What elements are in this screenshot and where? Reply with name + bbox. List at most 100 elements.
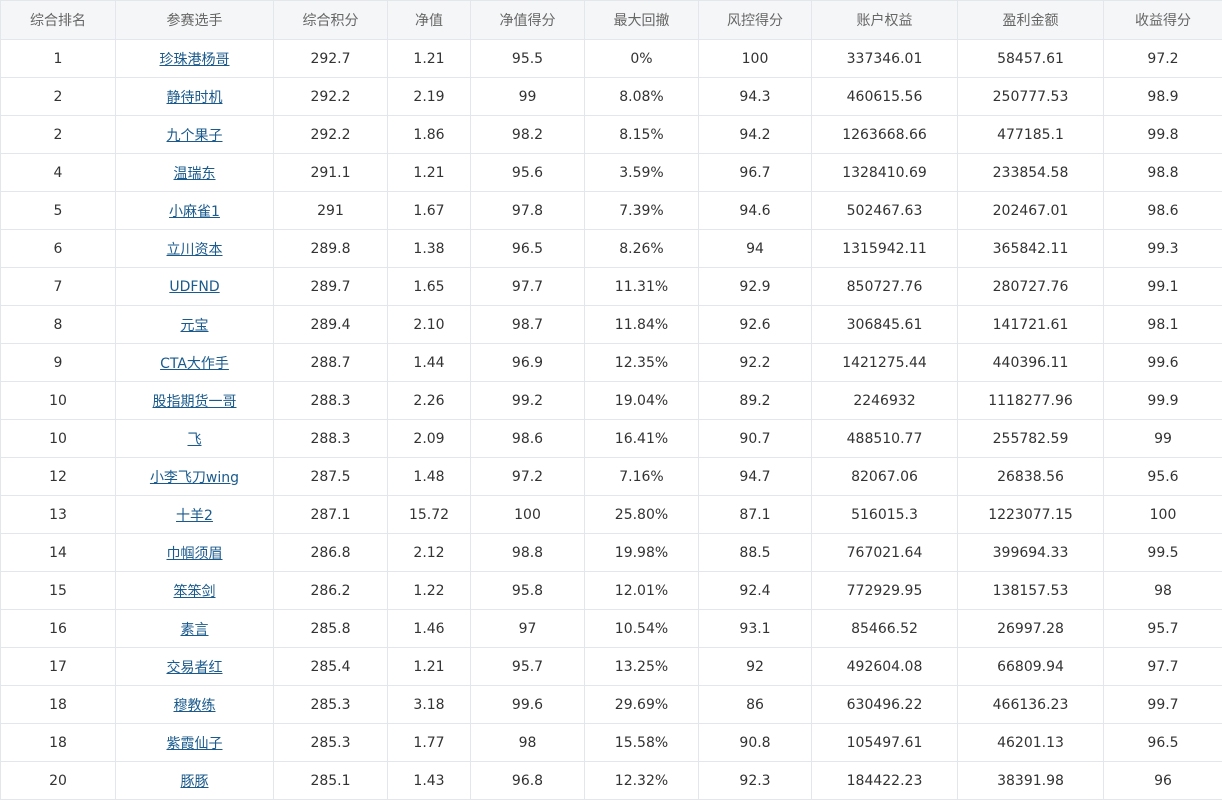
- profit-cell: 138157.53: [957, 571, 1104, 610]
- rank-cell: 15: [0, 571, 116, 610]
- profit-cell: 440396.11: [957, 343, 1104, 382]
- max-drawdown-cell: 11.31%: [584, 267, 699, 306]
- account-equity-cell: 1315942.11: [811, 229, 958, 268]
- table-row: 10 飞 288.3 2.09 98.6 16.41% 90.7 488510.77 25578…: [0, 419, 1222, 458]
- player-cell: 紫霞仙子: [115, 723, 274, 762]
- max-drawdown-cell: 29.69%: [584, 685, 699, 724]
- table-row: 6 立川资本 289.8 1.38 96.5 8.26% 94 1315942.11 36584…: [0, 229, 1222, 268]
- risk-score-cell: 92.4: [698, 571, 812, 610]
- rank-cell: 10: [0, 381, 116, 420]
- max-drawdown-cell: 3.59%: [584, 153, 699, 192]
- player-link[interactable]: 元宝: [181, 318, 209, 334]
- player-link[interactable]: 珍珠港杨哥: [160, 52, 230, 68]
- return-score-cell: 100: [1103, 495, 1222, 534]
- player-link[interactable]: 小李飞刀wing: [150, 470, 239, 486]
- risk-score-cell: 94.7: [698, 457, 812, 496]
- account-equity-cell: 488510.77: [811, 419, 958, 458]
- account-equity-cell: 516015.3: [811, 495, 958, 534]
- rank-cell: 17: [0, 647, 116, 686]
- total-score-cell: 288.3: [273, 419, 388, 458]
- return-score-cell: 99.7: [1103, 685, 1222, 724]
- total-score-cell: 285.8: [273, 609, 388, 648]
- profit-cell: 46201.13: [957, 723, 1104, 762]
- net-value-cell: 1.38: [387, 229, 471, 268]
- player-cell: UDFND: [115, 267, 274, 306]
- max-drawdown-cell: 19.04%: [584, 381, 699, 420]
- player-cell: 素言: [115, 609, 274, 648]
- player-link[interactable]: 豚豚: [181, 774, 209, 790]
- net-value-cell: 2.19: [387, 77, 471, 116]
- player-link[interactable]: 立川资本: [167, 242, 223, 258]
- player-link[interactable]: 紫霞仙子: [167, 736, 223, 752]
- profit-cell: 38391.98: [957, 761, 1104, 800]
- risk-score-cell: 92.6: [698, 305, 812, 344]
- risk-score-cell: 94.3: [698, 77, 812, 116]
- net-value-score-cell: 98: [470, 723, 585, 762]
- return-score-cell: 98.9: [1103, 77, 1222, 116]
- player-link[interactable]: 巾帼须眉: [167, 546, 223, 562]
- net-value-cell: 1.65: [387, 267, 471, 306]
- rank-cell: 1: [0, 39, 116, 78]
- profit-cell: 1223077.15: [957, 495, 1104, 534]
- player-link[interactable]: 交易者红: [167, 660, 223, 676]
- table-row: 7 UDFND 289.7 1.65 97.7 11.31% 92.9 850727.76 28…: [0, 267, 1222, 306]
- table-row: 16 素言 285.8 1.46 97 10.54% 93.1 85466.52 26997.2…: [0, 609, 1222, 648]
- net-value-score-cell: 99: [470, 77, 585, 116]
- return-score-cell: 99.9: [1103, 381, 1222, 420]
- player-link[interactable]: CTA大作手: [160, 356, 229, 372]
- table-row: 12 小李飞刀wing 287.5 1.48 97.2 7.16% 94.7 82067.06…: [0, 457, 1222, 496]
- rank-cell: 10: [0, 419, 116, 458]
- player-link[interactable]: 静待时机: [167, 90, 223, 106]
- return-score-cell: 99.3: [1103, 229, 1222, 268]
- player-link[interactable]: UDFND: [169, 279, 219, 295]
- return-score-cell: 98.8: [1103, 153, 1222, 192]
- player-link[interactable]: 穆教练: [174, 698, 216, 714]
- account-equity-cell: 1421275.44: [811, 343, 958, 382]
- rank-cell: 14: [0, 533, 116, 572]
- rank-cell: 13: [0, 495, 116, 534]
- player-cell: 穆教练: [115, 685, 274, 724]
- rank-cell: 12: [0, 457, 116, 496]
- return-score-cell: 95.6: [1103, 457, 1222, 496]
- rank-cell: 9: [0, 343, 116, 382]
- table-row: 13 十羊2 287.1 15.72 100 25.80% 87.1 516015.3 1223…: [0, 495, 1222, 534]
- net-value-cell: 1.46: [387, 609, 471, 648]
- profit-cell: 255782.59: [957, 419, 1104, 458]
- player-link[interactable]: 小麻雀1: [169, 204, 220, 220]
- table-row: 15 笨笨剑 286.2 1.22 95.8 12.01% 92.4 772929.95 138…: [0, 571, 1222, 610]
- player-link[interactable]: 笨笨剑: [174, 584, 216, 600]
- player-link[interactable]: 飞: [188, 432, 202, 448]
- profit-cell: 202467.01: [957, 191, 1104, 230]
- player-link[interactable]: 股指期货一哥: [153, 394, 237, 410]
- net-value-score-header: 净值得分: [470, 0, 585, 40]
- net-value-cell: 1.48: [387, 457, 471, 496]
- rank-header: 综合排名: [0, 0, 116, 40]
- total-score-cell: 287.5: [273, 457, 388, 496]
- total-score-header: 综合积分: [273, 0, 388, 40]
- net-value-cell: 1.21: [387, 647, 471, 686]
- player-cell: 飞: [115, 419, 274, 458]
- profit-cell: 58457.61: [957, 39, 1104, 78]
- max-drawdown-cell: 12.01%: [584, 571, 699, 610]
- header-row: 综合排名 参赛选手 综合积分 净值 净值得分 最大回撤 风控得分 账户权益 盈利金额 收益得分: [0, 0, 1222, 40]
- player-link[interactable]: 温瑞东: [174, 166, 216, 182]
- max-drawdown-header: 最大回撤: [584, 0, 699, 40]
- account-equity-cell: 502467.63: [811, 191, 958, 230]
- player-link[interactable]: 十羊2: [176, 508, 213, 524]
- net-value-score-cell: 96.9: [470, 343, 585, 382]
- account-equity-cell: 337346.01: [811, 39, 958, 78]
- net-value-cell: 1.77: [387, 723, 471, 762]
- net-value-score-cell: 97.8: [470, 191, 585, 230]
- net-value-cell: 15.72: [387, 495, 471, 534]
- total-score-cell: 289.7: [273, 267, 388, 306]
- player-link[interactable]: 九个果子: [167, 128, 223, 144]
- table-body: 1 珍珠港杨哥 292.7 1.21 95.5 0% 100 337346.01 58457.6…: [0, 39, 1222, 800]
- net-value-cell: 2.12: [387, 533, 471, 572]
- player-cell: 珍珠港杨哥: [115, 39, 274, 78]
- max-drawdown-cell: 12.32%: [584, 761, 699, 800]
- total-score-cell: 292.2: [273, 115, 388, 154]
- player-link[interactable]: 素言: [181, 622, 209, 638]
- table-row: 2 九个果子 292.2 1.86 98.2 8.15% 94.2 1263668.66 477…: [0, 115, 1222, 154]
- account-equity-cell: 630496.22: [811, 685, 958, 724]
- player-cell: 豚豚: [115, 761, 274, 800]
